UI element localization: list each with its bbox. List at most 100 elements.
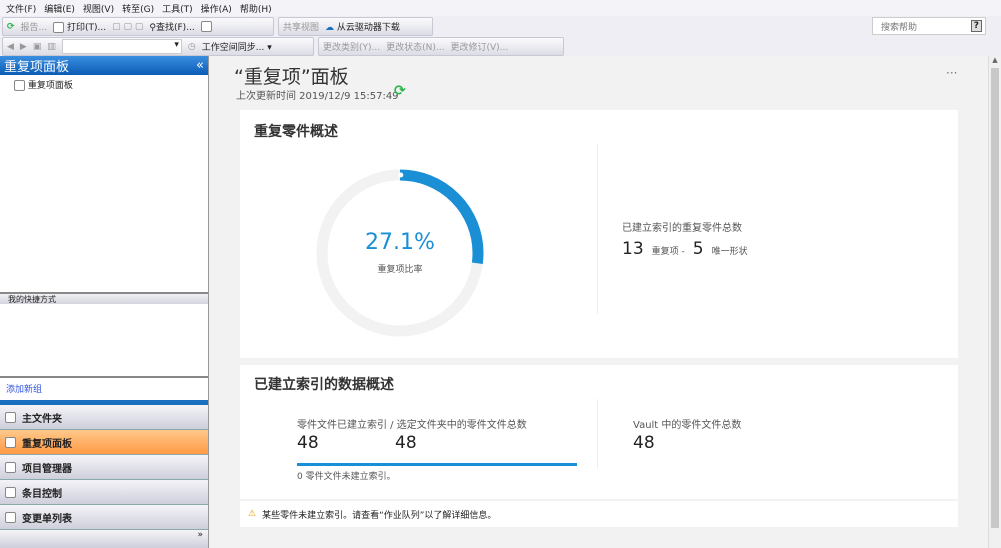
duplicate-percent-label: 重复项比率 xyxy=(377,265,423,275)
page-title: “重复项”面板 xyxy=(234,66,349,88)
add-group-link[interactable]: 添加新组 xyxy=(0,378,208,400)
nav-item-control[interactable]: 条目控制 xyxy=(0,480,208,505)
report-button[interactable]: 报告... xyxy=(21,20,48,33)
total-duplicates-label: 已建立索引的重复零件总数 xyxy=(622,223,742,234)
tree-item[interactable]: 重复项面板 xyxy=(14,80,73,91)
cloud-icon: ☁ xyxy=(325,23,335,33)
vault-files-label: Vault 中的零件文件总数 xyxy=(633,420,742,431)
warning-icon: ⚠ xyxy=(248,509,257,519)
toolbar-change: 更改类别(Y)... 更改状态(N)... 更改修订(V)... xyxy=(318,37,564,56)
nav-label: 重复项面板 xyxy=(22,438,72,450)
change-state-button[interactable]: 更改状态(N)... xyxy=(386,40,444,53)
refresh-icon[interactable]: ⟳ xyxy=(394,83,406,99)
donut-arc-start xyxy=(398,172,404,178)
cloud-download-label: 从云驱动器下载 xyxy=(336,23,400,33)
duplicate-overview-card: 重复零件概述 27.1% 重复项比率 已建立索引的重复零件总数 13 重复项 -… xyxy=(240,110,958,358)
workspace-sync-button[interactable]: 工作空间同步... ▾ xyxy=(202,40,272,53)
vertical-scrollbar[interactable]: ▲ xyxy=(988,56,1001,548)
change-revision-button[interactable]: 更改修订(V)... xyxy=(450,40,508,53)
not-indexed-text: 0 零件文件未建立索引。 xyxy=(297,472,396,482)
indexed-count: 48 xyxy=(297,433,319,453)
toolbar-nav: ◀ ▶ ▣ ▥ ▾ ◷ 工作空间同步... ▾ xyxy=(2,37,314,56)
folder-icon xyxy=(5,411,16,423)
print-label: 打印(T)... xyxy=(67,23,107,33)
layout-icon[interactable] xyxy=(200,21,212,32)
dashboard-icon xyxy=(14,80,25,91)
nav-duplicates-dashboard[interactable]: 重复项面板 xyxy=(0,430,208,455)
last-updated: 上次更新时间 2019/12/9 15:57:49 xyxy=(236,91,399,102)
refresh-icon[interactable]: ⟳ xyxy=(7,22,15,32)
toolbar-main: ⟳ 报告... 打印(T)... ▢ ▢ ▢ ⚲查找(F)... xyxy=(2,17,274,36)
menu-goto[interactable]: 转至(G) xyxy=(122,2,154,15)
back-icon[interactable]: ◀ xyxy=(7,42,14,52)
change-category-button[interactable]: 更改类别(Y)... xyxy=(323,40,380,53)
menu-view[interactable]: 视图(V) xyxy=(83,2,114,15)
shortcuts-area xyxy=(0,304,208,378)
find-label: 查找(F)... xyxy=(155,23,195,33)
help-icon[interactable]: ? xyxy=(970,20,982,32)
duplicate-count: 13 xyxy=(622,239,644,259)
find-button[interactable]: ⚲查找(F)... xyxy=(149,20,194,33)
nav-label: 项目管理器 xyxy=(22,463,72,475)
forward-icon[interactable]: ▶ xyxy=(20,42,27,52)
change-order-icon xyxy=(5,511,16,523)
collapse-icon[interactable]: « xyxy=(196,58,204,73)
printer-icon xyxy=(53,22,65,33)
history-icon[interactable]: ◷ xyxy=(188,42,196,52)
divider xyxy=(597,399,598,469)
duplicate-percent: 27.1% xyxy=(365,230,435,255)
address-combo[interactable]: ▾ xyxy=(61,39,182,54)
binoculars-icon: ⚲ xyxy=(149,23,156,33)
unique-count: 5 xyxy=(692,239,704,259)
duplicate-count-label: 重复项 - xyxy=(651,247,685,257)
print-button[interactable]: 打印(T)... xyxy=(53,20,106,33)
dashboard: “重复项”面板 上次更新时间 2019/12/9 15:57:49 ⟳ ··· … xyxy=(210,56,988,548)
disabled-icons: ▢ ▢ ▢ xyxy=(112,21,144,32)
divider xyxy=(597,144,598,314)
nav-label: 变更单列表 xyxy=(22,513,72,525)
search-help-input[interactable]: 搜索帮助 xyxy=(881,20,917,33)
tree: 重复项面板 xyxy=(0,75,208,292)
panel-icon[interactable]: ▥ xyxy=(47,42,56,52)
search-help-box[interactable]: 搜索帮助 ? xyxy=(872,17,986,35)
notice-text: 某些零件未建立索引。请查看“作业队列”以了解详细信息。 xyxy=(262,510,497,521)
menu-file[interactable]: 文件(F) xyxy=(6,2,36,15)
nav-change-order-list[interactable]: 变更单列表 xyxy=(0,505,208,530)
vault-count: 48 xyxy=(633,433,655,453)
scroll-up-icon[interactable]: ▲ xyxy=(989,56,1001,64)
nav-home-folder[interactable]: 主文件夹 xyxy=(0,405,208,430)
workspace-sync-label: 工作空间同步... xyxy=(201,43,265,53)
card-title: 已建立索引的数据概述 xyxy=(254,377,394,393)
left-panel-header: 重复项面板 « xyxy=(0,56,208,75)
project-icon xyxy=(5,461,16,473)
duplicate-stats: 13 重复项 - 5 唯一形状 xyxy=(622,239,748,259)
menu-edit[interactable]: 编辑(E) xyxy=(44,2,75,15)
nav-label: 条目控制 xyxy=(22,488,62,500)
share-view-button[interactable]: 共享视图 xyxy=(283,20,319,33)
nav-label: 主文件夹 xyxy=(22,413,62,425)
left-panel-title: 重复项面板 xyxy=(4,60,70,75)
unique-count-label: 唯一形状 xyxy=(711,247,748,257)
shortcuts-header: 我的快捷方式 xyxy=(0,292,208,304)
nav-project-manager[interactable]: 项目管理器 xyxy=(0,455,208,480)
total-folder-count: 48 xyxy=(395,433,417,453)
menu-bar: 文件(F) 编辑(E) 视图(V) 转至(G) 工具(T) 操作(A) 帮助(H… xyxy=(0,0,1001,16)
indexed-overview-card: 已建立索引的数据概述 零件文件已建立索引 / 选定文件夹中的零件文件总数 48 … xyxy=(240,365,958,499)
toolbar-cloud: 共享视图 ☁ 从云驱动器下载 xyxy=(278,17,433,36)
menu-tools[interactable]: 工具(T) xyxy=(162,2,193,15)
index-progress-bar xyxy=(297,463,577,466)
more-options[interactable]: ··· xyxy=(946,66,957,80)
cloud-download-button[interactable]: ☁ 从云驱动器下载 xyxy=(325,20,400,33)
dashboard-icon xyxy=(5,436,16,448)
menu-actions[interactable]: 操作(A) xyxy=(201,2,232,15)
scroll-thumb[interactable] xyxy=(991,68,999,528)
index-progress-fill xyxy=(297,463,577,466)
indexed-files-label: 零件文件已建立索引 / 选定文件夹中的零件文件总数 xyxy=(297,420,527,431)
left-panel: 重复项面板 « 重复项面板 我的快捷方式 添加新组 主文件夹 重复项面板 项目管理… xyxy=(0,56,209,548)
nav-more-button[interactable]: » xyxy=(0,530,208,548)
menu-help[interactable]: 帮助(H) xyxy=(240,2,272,15)
up-icon[interactable]: ▣ xyxy=(33,42,42,52)
card-title: 重复零件概述 xyxy=(254,124,338,140)
item-icon xyxy=(5,486,16,498)
notice-bar: ⚠ 某些零件未建立索引。请查看“作业队列”以了解详细信息。 xyxy=(240,501,958,527)
